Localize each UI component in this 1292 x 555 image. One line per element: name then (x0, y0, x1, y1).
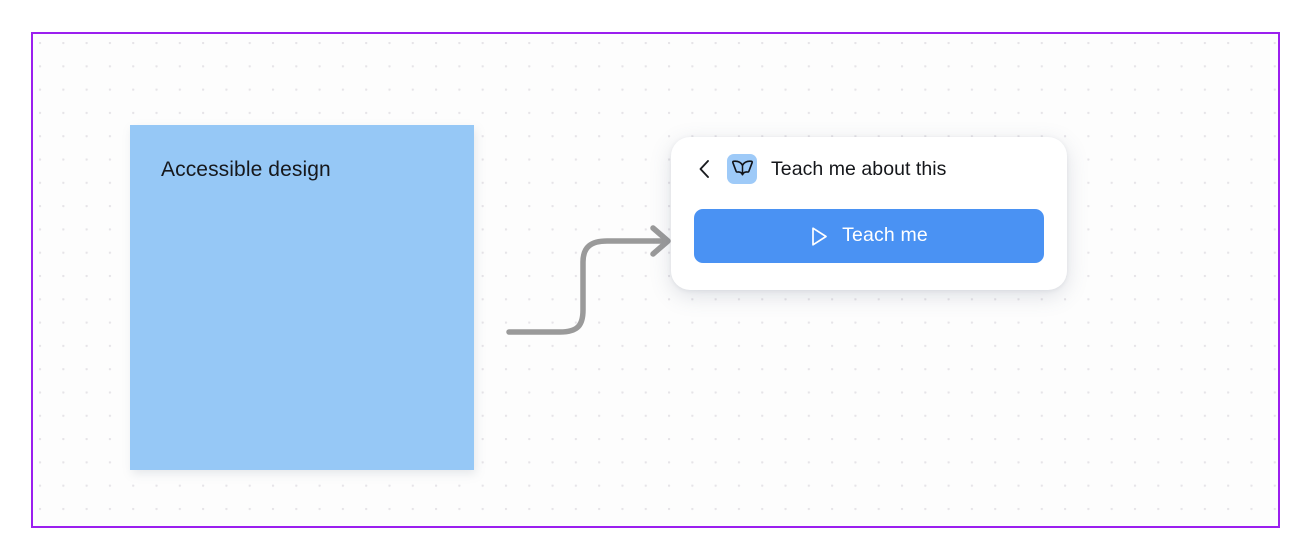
chevron-left-icon (699, 160, 709, 178)
play-triangle-icon (812, 226, 827, 246)
sticky-note-text: Accessible design (161, 158, 331, 181)
popover-title: Teach me about this (771, 157, 947, 180)
teach-me-button[interactable]: Teach me (694, 209, 1044, 263)
teach-me-button-label: Teach me (842, 224, 928, 247)
open-book-icon-tile (727, 154, 757, 184)
canvas-frame[interactable]: Accessible design Teach me about this Te… (31, 32, 1280, 528)
teach-me-popover: Teach me about this Teach me (671, 137, 1067, 290)
back-button[interactable] (693, 156, 715, 182)
popover-header: Teach me about this (671, 137, 1067, 201)
sticky-note[interactable]: Accessible design (130, 125, 474, 470)
open-book-icon (731, 160, 753, 176)
